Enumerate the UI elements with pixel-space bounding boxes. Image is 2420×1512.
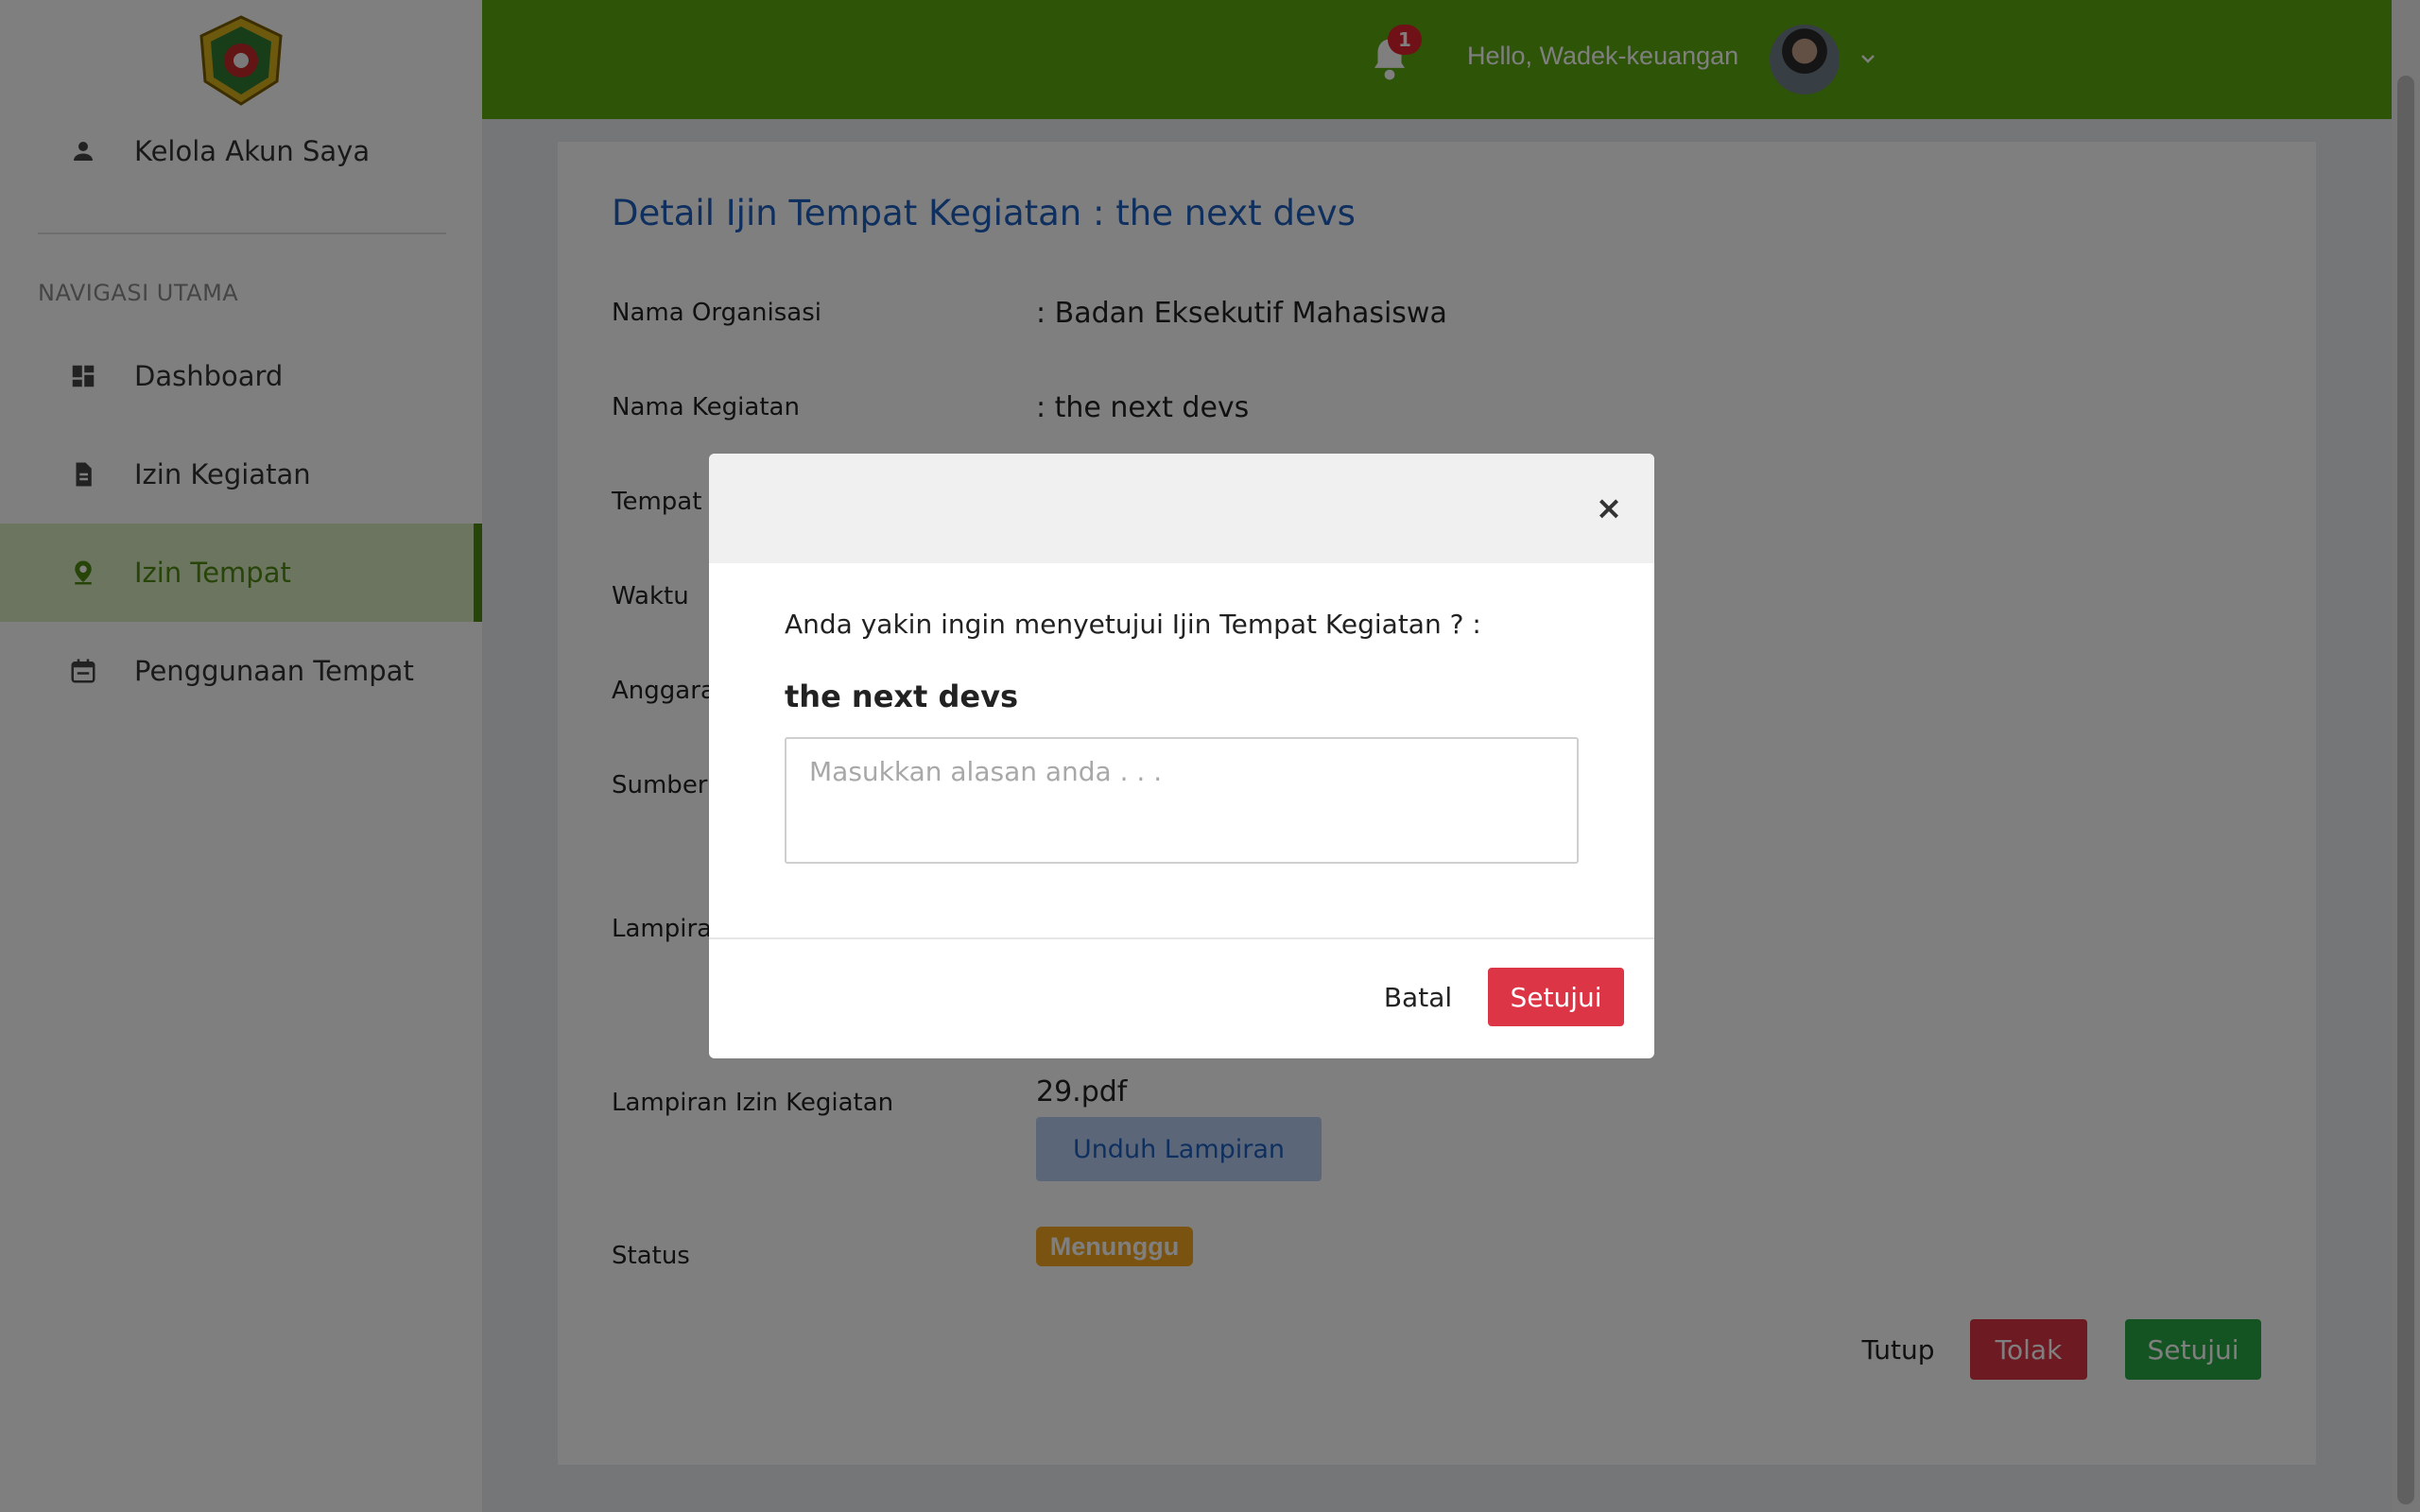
reason-input[interactable] — [785, 737, 1579, 864]
approval-modal: × Anda yakin ingin menyetujui Ijin Tempa… — [709, 454, 1654, 1058]
cancel-button[interactable]: Batal — [1378, 968, 1458, 1026]
modal-divider — [709, 937, 1654, 939]
modal-subject: the next devs — [785, 679, 1018, 714]
confirm-approve-button[interactable]: Setujui — [1488, 968, 1624, 1026]
modal-question: Anda yakin ingin menyetujui Ijin Tempat … — [785, 609, 1481, 640]
modal-header — [709, 454, 1654, 563]
close-icon[interactable]: × — [1588, 488, 1630, 529]
